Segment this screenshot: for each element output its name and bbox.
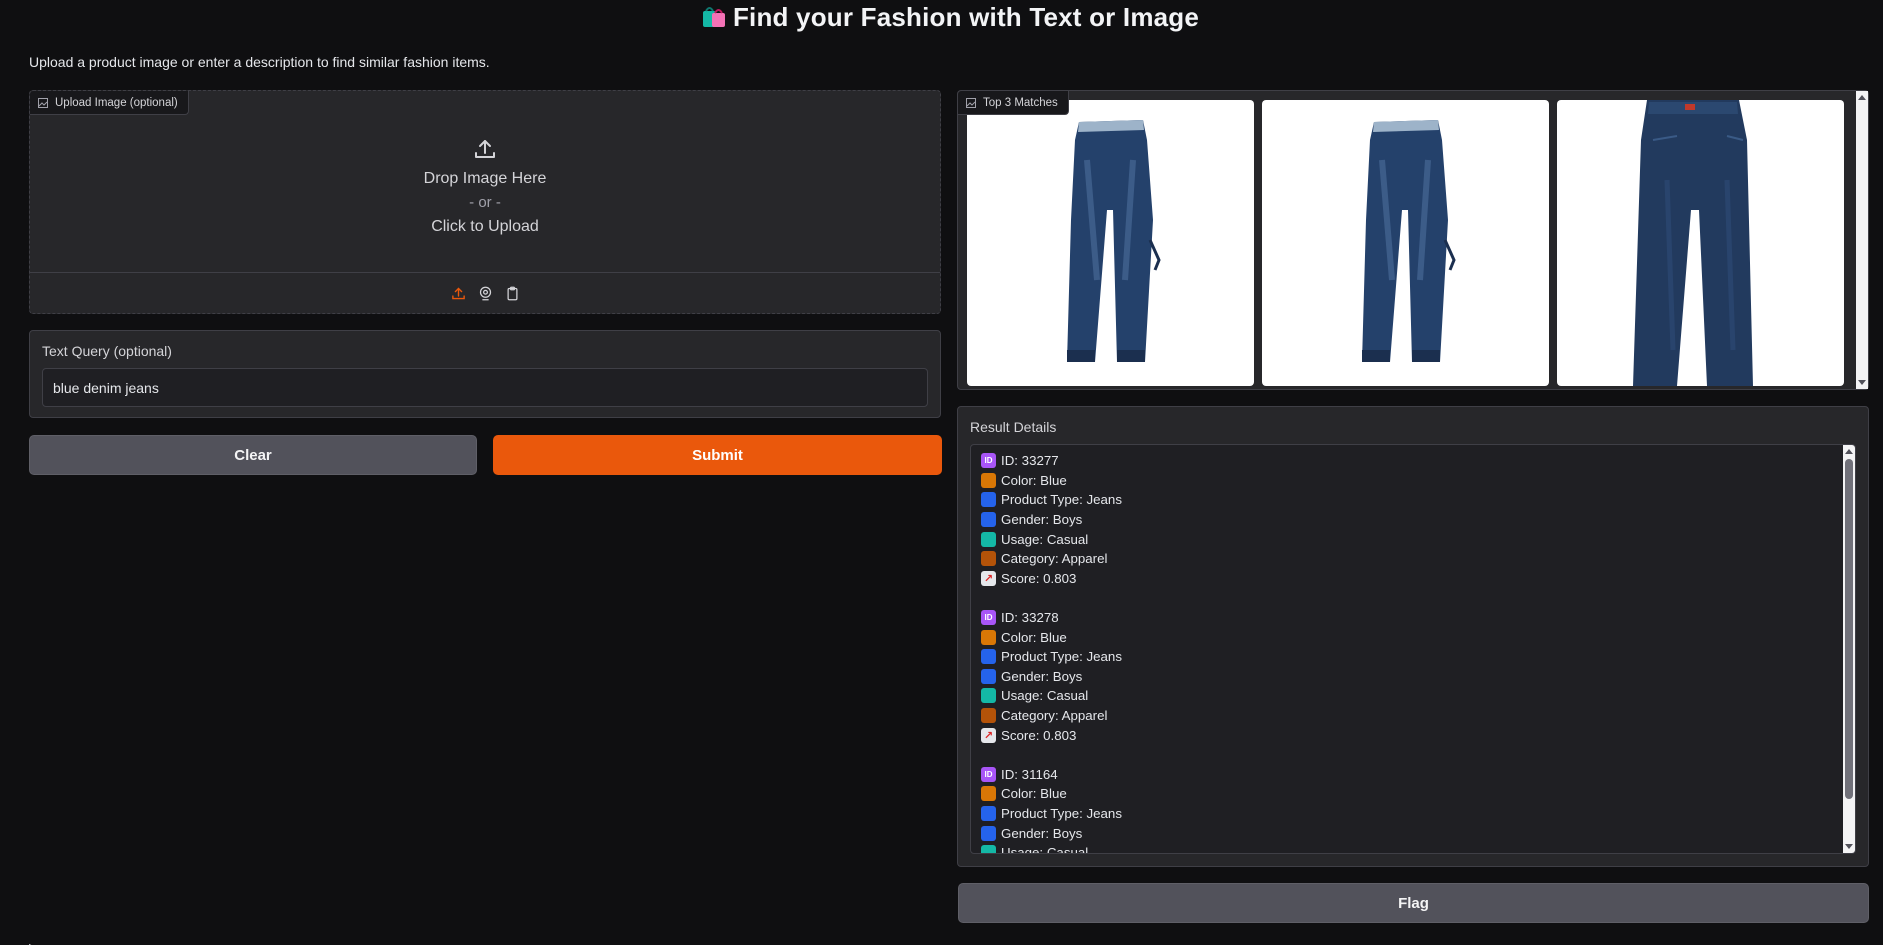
page-title: Find your Fashion with Text or Image (0, 2, 1883, 36)
result-line-id: ID ID: 31164 (981, 765, 1845, 785)
restroom-icon (981, 825, 996, 841)
shopping-bags-icon (981, 845, 996, 853)
package-icon (981, 551, 996, 567)
chart-increasing-icon: ↗ (981, 727, 996, 743)
result-line-category: Category: Apparel (981, 706, 1845, 726)
jeans-image-3 (1633, 100, 1753, 386)
submit-button[interactable]: Submit (493, 435, 942, 475)
result-line-type: Product Type: Jeans (981, 490, 1845, 510)
upload-label: Upload Image (optional) (30, 91, 189, 115)
gallery-item-2[interactable] (1262, 100, 1549, 386)
result-line-color: Color: Blue (981, 627, 1845, 647)
result-line-color: Color: Blue (981, 784, 1845, 804)
result-details-content: ID ID: 33277 Color: Blue Product Type: Jean… (971, 445, 1855, 853)
result-line-color: Color: Blue (981, 471, 1845, 491)
webcam-icon[interactable] (477, 285, 494, 302)
shopping-bags-icon (701, 3, 727, 36)
result-line-gender: Gender: Boys (981, 510, 1845, 530)
click-upload-text: Click to Upload (431, 218, 539, 235)
shopping-bags-icon (981, 531, 996, 547)
gallery-panel: Top 3 Matches (957, 90, 1869, 390)
result-line-usage: Usage: Casual (981, 529, 1845, 549)
page-description: Upload a product image or enter a descri… (29, 54, 490, 70)
image-icon (966, 97, 976, 108)
restroom-icon (981, 512, 996, 528)
result-line-id: ID ID: 33278 (981, 608, 1845, 628)
image-upload-panel[interactable]: Upload Image (optional) Drop Image Here … (29, 90, 941, 314)
dress-icon (981, 805, 996, 821)
clear-button[interactable]: Clear (29, 435, 477, 475)
gallery-item-3[interactable] (1557, 100, 1844, 386)
result-line-type: Product Type: Jeans (981, 804, 1845, 824)
result-line-score: ↗ Score: 0.803 (981, 569, 1845, 589)
restroom-icon (981, 668, 996, 684)
text-query-label: Text Query (optional) (42, 343, 172, 359)
gallery-item-1[interactable] (967, 100, 1254, 386)
gallery-label: Top 3 Matches (958, 91, 1069, 115)
upload-source-toolbar (30, 272, 940, 313)
flag-button[interactable]: Flag (958, 883, 1869, 923)
id-badge-icon: ID (981, 766, 996, 782)
result-details-panel: Result Details ID ID: 33277 Color: Blue Pro… (957, 406, 1869, 867)
result-line-score: ↗ Score: 0.803 (981, 725, 1845, 745)
package-icon (981, 708, 996, 724)
palette-icon (981, 472, 996, 488)
clipboard-icon[interactable] (504, 285, 521, 302)
palette-icon (981, 629, 996, 645)
dress-icon (981, 492, 996, 508)
upload-icon[interactable] (450, 285, 467, 302)
or-text: - or - (469, 194, 501, 211)
result-line-id: ID ID: 33277 (981, 451, 1845, 471)
palette-icon (981, 786, 996, 802)
upload-arrow-icon (30, 131, 940, 167)
result-line-gender: Gender: Boys (981, 823, 1845, 843)
result-line-gender: Gender: Boys (981, 667, 1845, 687)
dress-icon (981, 649, 996, 665)
image-icon (38, 97, 48, 108)
jeans-image-2 (1362, 120, 1456, 362)
shopping-bags-icon (981, 688, 996, 704)
result-line-usage: Usage: Casual (981, 686, 1845, 706)
result-details-label: Result Details (970, 419, 1057, 435)
result-line-usage: Usage: Casual (981, 843, 1845, 853)
gallery-scrollbar[interactable] (1856, 91, 1868, 389)
result-line-type: Product Type: Jeans (981, 647, 1845, 667)
id-badge-icon: ID (981, 453, 996, 469)
result-details-textbox[interactable]: ID ID: 33277 Color: Blue Product Type: Jean… (970, 444, 1856, 854)
examples-toggle[interactable]: ▸ (29, 939, 35, 945)
text-query-input[interactable] (42, 368, 928, 407)
chart-increasing-icon: ↗ (981, 570, 996, 586)
text-query-panel: Text Query (optional) (29, 330, 941, 418)
details-scrollbar[interactable] (1843, 445, 1855, 853)
id-badge-icon: ID (981, 610, 996, 626)
jeans-image-1 (1067, 120, 1161, 362)
drop-text: Drop Image Here (423, 170, 547, 187)
result-line-category: Category: Apparel (981, 549, 1845, 569)
drop-zone[interactable]: Drop Image Here - or - Click to Upload (30, 131, 940, 239)
